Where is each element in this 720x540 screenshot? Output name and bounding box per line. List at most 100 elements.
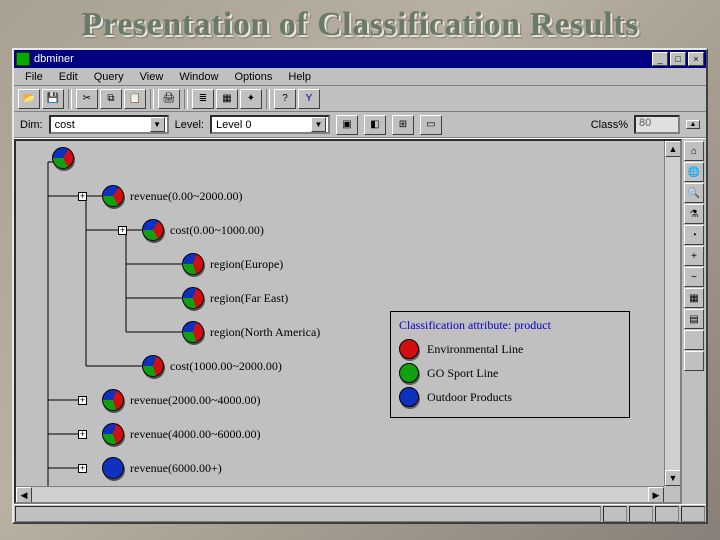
- legend-label: Environmental Line: [427, 342, 523, 357]
- tree-node-label: region(North America): [210, 325, 320, 340]
- tree-node[interactable]: revenue(0.00~2000.00): [102, 185, 242, 207]
- expander-icon[interactable]: +: [78, 430, 87, 439]
- tree-node-label: revenue(6000.00+): [130, 461, 222, 476]
- canvas[interactable]: + revenue(0.00~2000.00) + cost(0.00~1000.00…: [14, 139, 682, 504]
- status-cell: [603, 506, 627, 522]
- pie-icon: [142, 219, 164, 241]
- side-grid-icon[interactable]: ▦: [684, 288, 704, 308]
- side-blank1-icon[interactable]: [684, 330, 704, 350]
- scroll-up-icon[interactable]: ▲: [665, 141, 681, 157]
- slide-title: Presentation of Classification Results: [0, 0, 720, 52]
- tree-node[interactable]: region(Europe): [182, 253, 283, 275]
- close-button[interactable]: ×: [688, 52, 704, 66]
- tree-node[interactable]: revenue(6000.00+): [102, 457, 222, 479]
- ctl-btn-4[interactable]: ▭: [420, 115, 442, 135]
- tree-node[interactable]: region(North America): [182, 321, 320, 343]
- tree-node-label: region(Europe): [210, 257, 283, 272]
- tree-root-node[interactable]: [52, 147, 74, 169]
- minimize-button[interactable]: _: [652, 52, 668, 66]
- tree-node-label: revenue(4000.00~6000.00): [130, 427, 260, 442]
- side-search-icon[interactable]: 🔍: [684, 183, 704, 203]
- statusbar: [14, 504, 706, 522]
- status-cell: [681, 506, 705, 522]
- scroll-down-icon[interactable]: ▼: [665, 470, 681, 486]
- tree-node[interactable]: revenue(2000.00~4000.00): [102, 389, 260, 411]
- pie-icon: [182, 287, 204, 309]
- side-blank2-icon[interactable]: [684, 351, 704, 371]
- side-toolbar: ⌂🌐🔍⚗◔+−▦▤: [682, 139, 706, 504]
- titlebar: dbminer _ □ ×: [14, 50, 706, 68]
- expander-icon[interactable]: +: [78, 464, 87, 473]
- expander-icon[interactable]: +: [78, 192, 87, 201]
- side-zoom-out-icon[interactable]: −: [684, 267, 704, 287]
- maximize-button[interactable]: □: [670, 52, 686, 66]
- legend-row: Environmental Line: [399, 339, 621, 359]
- tool-help-icon[interactable]: ?: [274, 89, 296, 109]
- tree-node[interactable]: region(Far East): [182, 287, 288, 309]
- legend-swatch-icon: [399, 363, 419, 383]
- scroll-track[interactable]: [665, 157, 680, 470]
- menu-help[interactable]: Help: [281, 70, 318, 84]
- classpct-field[interactable]: 80: [634, 115, 680, 134]
- tree-node-label: region(Far East): [210, 291, 288, 306]
- ctl-btn-1[interactable]: ▣: [336, 115, 358, 135]
- classpct-up-icon[interactable]: ▲: [686, 120, 700, 129]
- chevron-down-icon[interactable]: ▼: [150, 117, 165, 132]
- tool-save-icon[interactable]: 💾: [42, 89, 64, 109]
- side-filter-icon[interactable]: ⚗: [684, 204, 704, 224]
- level-combo[interactable]: Level 0 ▼: [210, 115, 330, 134]
- side-bar-icon[interactable]: ▤: [684, 309, 704, 329]
- side-home-icon[interactable]: ⌂: [684, 141, 704, 161]
- scroll-left-icon[interactable]: ◀: [16, 487, 32, 503]
- pie-icon: [102, 423, 124, 445]
- tree-node[interactable]: cost(1000.00~2000.00): [142, 355, 282, 377]
- vertical-scrollbar[interactable]: ▲ ▼: [664, 141, 680, 486]
- pie-icon: [102, 457, 124, 479]
- tool-cut-icon[interactable]: ✂: [76, 89, 98, 109]
- tool-print-icon[interactable]: 🖨: [158, 89, 180, 109]
- window-title: dbminer: [34, 53, 74, 65]
- menu-file[interactable]: File: [18, 70, 50, 84]
- tool-paste-icon[interactable]: 📋: [124, 89, 146, 109]
- pie-icon: [52, 147, 74, 169]
- tree-node[interactable]: cost(0.00~1000.00): [142, 219, 264, 241]
- ctl-btn-2[interactable]: ◧: [364, 115, 386, 135]
- tree-node-label: cost(1000.00~2000.00): [170, 359, 282, 374]
- expander-icon[interactable]: +: [78, 396, 87, 405]
- legend-label: GO Sport Line: [427, 366, 498, 381]
- expander-icon[interactable]: +: [118, 226, 127, 235]
- dim-value: cost: [55, 119, 75, 131]
- scroll-right-icon[interactable]: ▶: [648, 487, 664, 503]
- dim-combo[interactable]: cost ▼: [49, 115, 169, 134]
- menu-query[interactable]: Query: [87, 70, 131, 84]
- side-zoom-in-icon[interactable]: +: [684, 246, 704, 266]
- tool-grid-icon[interactable]: ▦: [216, 89, 238, 109]
- legend-swatch-icon: [399, 339, 419, 359]
- menu-edit[interactable]: Edit: [52, 70, 85, 84]
- horizontal-scrollbar[interactable]: ◀ ▶: [16, 486, 664, 502]
- chevron-down-icon[interactable]: ▼: [311, 117, 326, 132]
- menu-window[interactable]: Window: [172, 70, 225, 84]
- ctl-btn-3[interactable]: ⊞: [392, 115, 414, 135]
- menu-options[interactable]: Options: [227, 70, 279, 84]
- tool-list-icon[interactable]: ≣: [192, 89, 214, 109]
- pie-icon: [142, 355, 164, 377]
- tool-you-icon[interactable]: Y: [298, 89, 320, 109]
- legend-row: GO Sport Line: [399, 363, 621, 383]
- status-cell: [629, 506, 653, 522]
- toolbar-separator: [184, 89, 188, 109]
- menu-view[interactable]: View: [133, 70, 171, 84]
- level-label: Level:: [175, 119, 204, 131]
- scroll-track[interactable]: [32, 487, 648, 502]
- tool-wand-icon[interactable]: ✦: [240, 89, 262, 109]
- legend-label: Outdoor Products: [427, 390, 512, 405]
- tool-copy-icon[interactable]: ⧉: [100, 89, 122, 109]
- tool-open-icon[interactable]: 📂: [18, 89, 40, 109]
- pie-icon: [182, 253, 204, 275]
- status-cell: [15, 506, 601, 522]
- pie-icon: [182, 321, 204, 343]
- toolbar-separator: [150, 89, 154, 109]
- tree-node[interactable]: revenue(4000.00~6000.00): [102, 423, 260, 445]
- side-world-icon[interactable]: 🌐: [684, 162, 704, 182]
- side-pie-icon[interactable]: ◔: [684, 225, 704, 245]
